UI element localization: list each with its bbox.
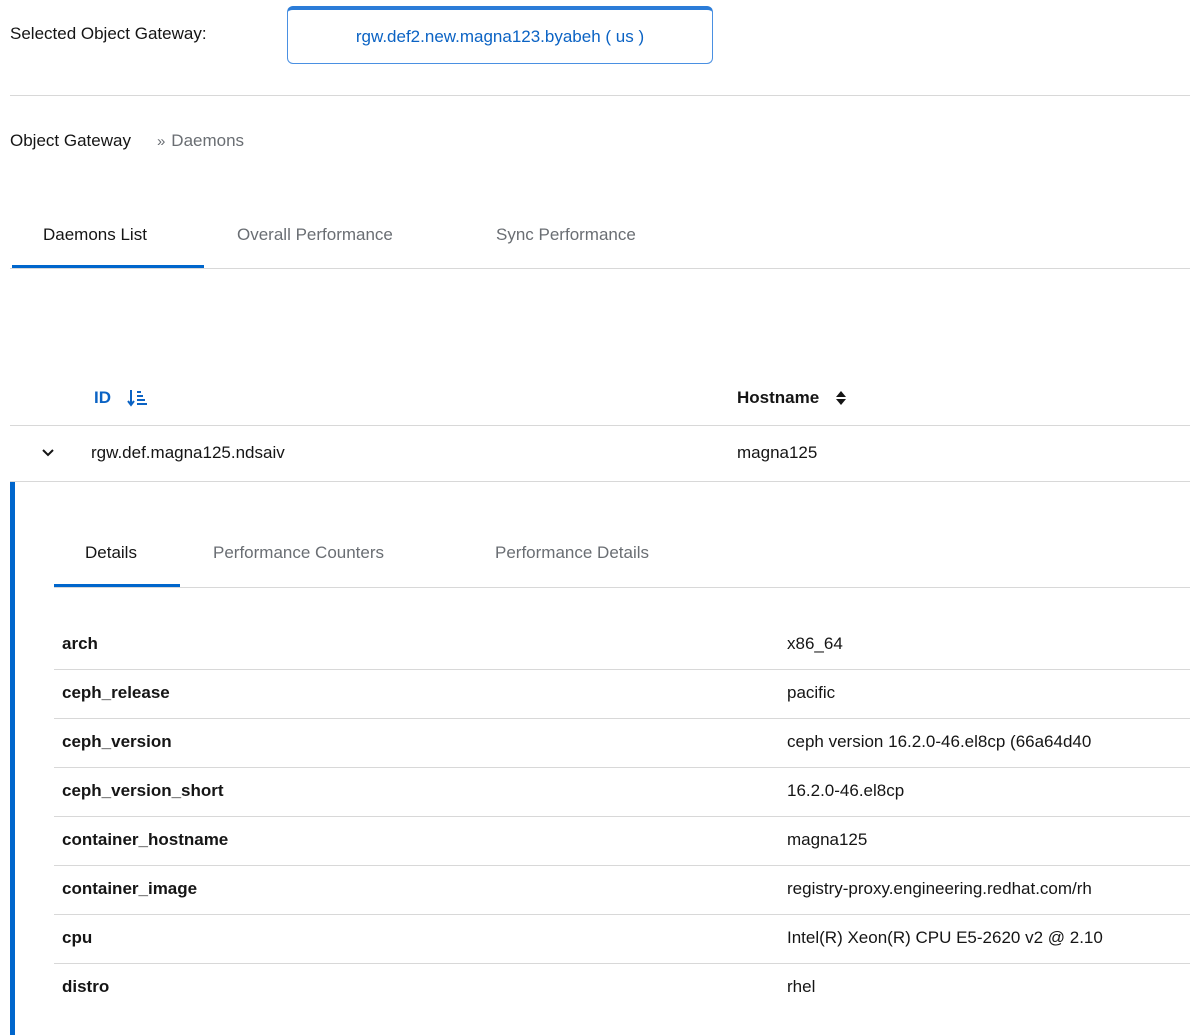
gateway-selector-bar: Selected Object Gateway: rgw.def2.new.ma… — [10, 6, 1180, 66]
tabs-divider — [10, 268, 1190, 269]
detail-key: distro — [62, 977, 110, 996]
detail-row: container_image registry-proxy.engineeri… — [54, 866, 1190, 915]
detail-tabs-3: Performance Details — [495, 543, 649, 563]
divider — [10, 95, 1190, 96]
column-header-id-label: ID — [94, 388, 111, 407]
detail-row: ceph_version ceph version 16.2.0-46.el8c… — [54, 719, 1190, 768]
detail-tabs: Details — [85, 543, 137, 563]
detail-row: container_hostname magna125 — [54, 817, 1190, 866]
detail-row: arch x86_64 — [54, 621, 1190, 670]
column-header-id[interactable]: ID — [94, 388, 147, 408]
detail-key: ceph_version_short — [62, 781, 224, 800]
detail-row: ceph_version_short 16.2.0-46.el8cp — [54, 768, 1190, 817]
chevron-down-icon[interactable] — [38, 443, 58, 463]
tab-performance-counters[interactable]: Performance Counters — [213, 543, 384, 563]
breadcrumb-current: Daemons — [171, 131, 245, 150]
row-hostname: magna125 — [737, 443, 818, 462]
detail-value: registry-proxy.engineering.redhat.com/rh — [787, 879, 1092, 898]
detail-value: rhel — [787, 977, 816, 996]
detail-key: arch — [62, 634, 98, 653]
detail-tabs-2: Performance Counters — [213, 543, 384, 563]
breadcrumb-object-gateway[interactable]: Object Gateway — [10, 131, 131, 151]
main-tabs: Daemons List — [43, 225, 147, 245]
table-row-divider — [10, 481, 1190, 482]
detail-value: Intel(R) Xeon(R) CPU E5-2620 v2 @ 2.10 — [787, 928, 1103, 947]
detail-key: ceph_version — [62, 732, 172, 751]
detail-row: cpu Intel(R) Xeon(R) CPU E5-2620 v2 @ 2.… — [54, 915, 1190, 964]
sort-both-icon — [835, 390, 847, 406]
expanded-row-indicator — [10, 482, 15, 1035]
gateway-selector-label: Selected Object Gateway: — [10, 24, 207, 43]
detail-tabs-divider — [54, 587, 1190, 588]
main-tabs-2: Overall Performance — [237, 225, 393, 245]
detail-row: ceph_release pacific — [54, 670, 1190, 719]
column-header-hostname-label: Hostname — [737, 388, 820, 407]
detail-value: 16.2.0-46.el8cp — [787, 781, 905, 800]
detail-key: container_hostname — [62, 830, 229, 849]
column-header-hostname[interactable]: Hostname — [737, 388, 847, 408]
tab-daemons-list[interactable]: Daemons List — [43, 225, 147, 245]
detail-value: magna125 — [787, 830, 868, 849]
tab-performance-details[interactable]: Performance Details — [495, 543, 649, 563]
table-header-divider — [10, 425, 1190, 426]
detail-key: cpu — [62, 928, 93, 947]
breadcrumb: Object Gateway » Daemons — [10, 131, 244, 151]
row-id[interactable]: rgw.def.magna125.ndsaiv — [91, 443, 285, 463]
tab-overall-performance[interactable]: Overall Performance — [237, 225, 393, 245]
gateway-select[interactable]: rgw.def2.new.magna123.byabeh ( us ) — [287, 6, 713, 64]
tab-details[interactable]: Details — [85, 543, 137, 563]
sort-descending-icon — [127, 388, 147, 408]
main-tabs-3: Sync Performance — [496, 225, 636, 245]
detail-value: ceph version 16.2.0-46.el8cp (66a64d40 — [787, 732, 1092, 751]
detail-row: distro rhel — [54, 964, 1190, 1013]
breadcrumb-separator-icon: » — [156, 132, 166, 150]
tab-sync-performance[interactable]: Sync Performance — [496, 225, 636, 245]
detail-value: pacific — [787, 683, 836, 702]
detail-key: container_image — [62, 879, 198, 898]
detail-key: ceph_release — [62, 683, 170, 702]
detail-value: x86_64 — [787, 634, 843, 653]
